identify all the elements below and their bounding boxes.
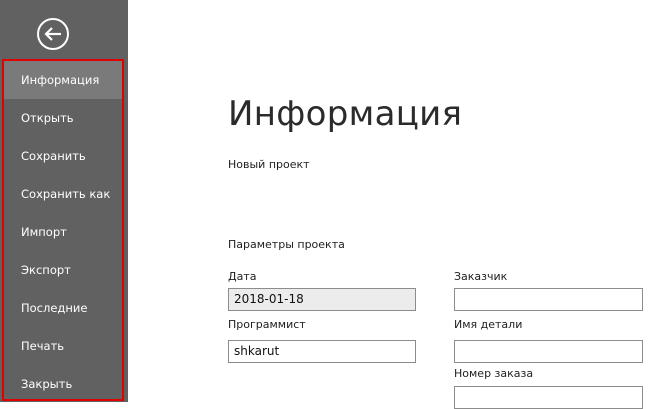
programmer-label: Программист — [228, 318, 306, 331]
menu-item-save[interactable]: Сохранить — [4, 137, 122, 175]
page-title: Информация — [228, 94, 463, 134]
menu-item-print[interactable]: Печать — [4, 327, 122, 365]
menu-item-recent[interactable]: Последние — [4, 289, 122, 327]
order-number-field[interactable] — [454, 386, 643, 409]
menu-item-save-as[interactable]: Сохранить как — [4, 175, 122, 213]
project-name: Новый проект — [228, 158, 310, 171]
menu-item-info[interactable]: Информация — [4, 61, 122, 99]
menu-item-close[interactable]: Закрыть — [4, 365, 122, 403]
backstage-menu: Информация Открыть Сохранить Сохранить к… — [2, 59, 124, 401]
menu-item-export[interactable]: Экспорт — [4, 251, 122, 289]
menu-item-open[interactable]: Открыть — [4, 99, 122, 137]
programmer-field[interactable]: shkarut — [228, 340, 416, 363]
order-number-label: Номер заказа — [454, 367, 534, 380]
part-name-field[interactable] — [454, 340, 643, 363]
back-arrow-icon[interactable] — [36, 17, 70, 51]
menu-item-import[interactable]: Импорт — [4, 213, 122, 251]
customer-label: Заказчик — [454, 270, 508, 283]
backstage-sidebar: Информация Открыть Сохранить Сохранить к… — [0, 0, 128, 402]
customer-field[interactable] — [454, 288, 643, 311]
date-field: 2018-01-18 — [228, 288, 416, 311]
section-title: Параметры проекта — [228, 238, 345, 251]
date-label: Дата — [228, 270, 257, 283]
part-name-label: Имя детали — [454, 318, 523, 331]
